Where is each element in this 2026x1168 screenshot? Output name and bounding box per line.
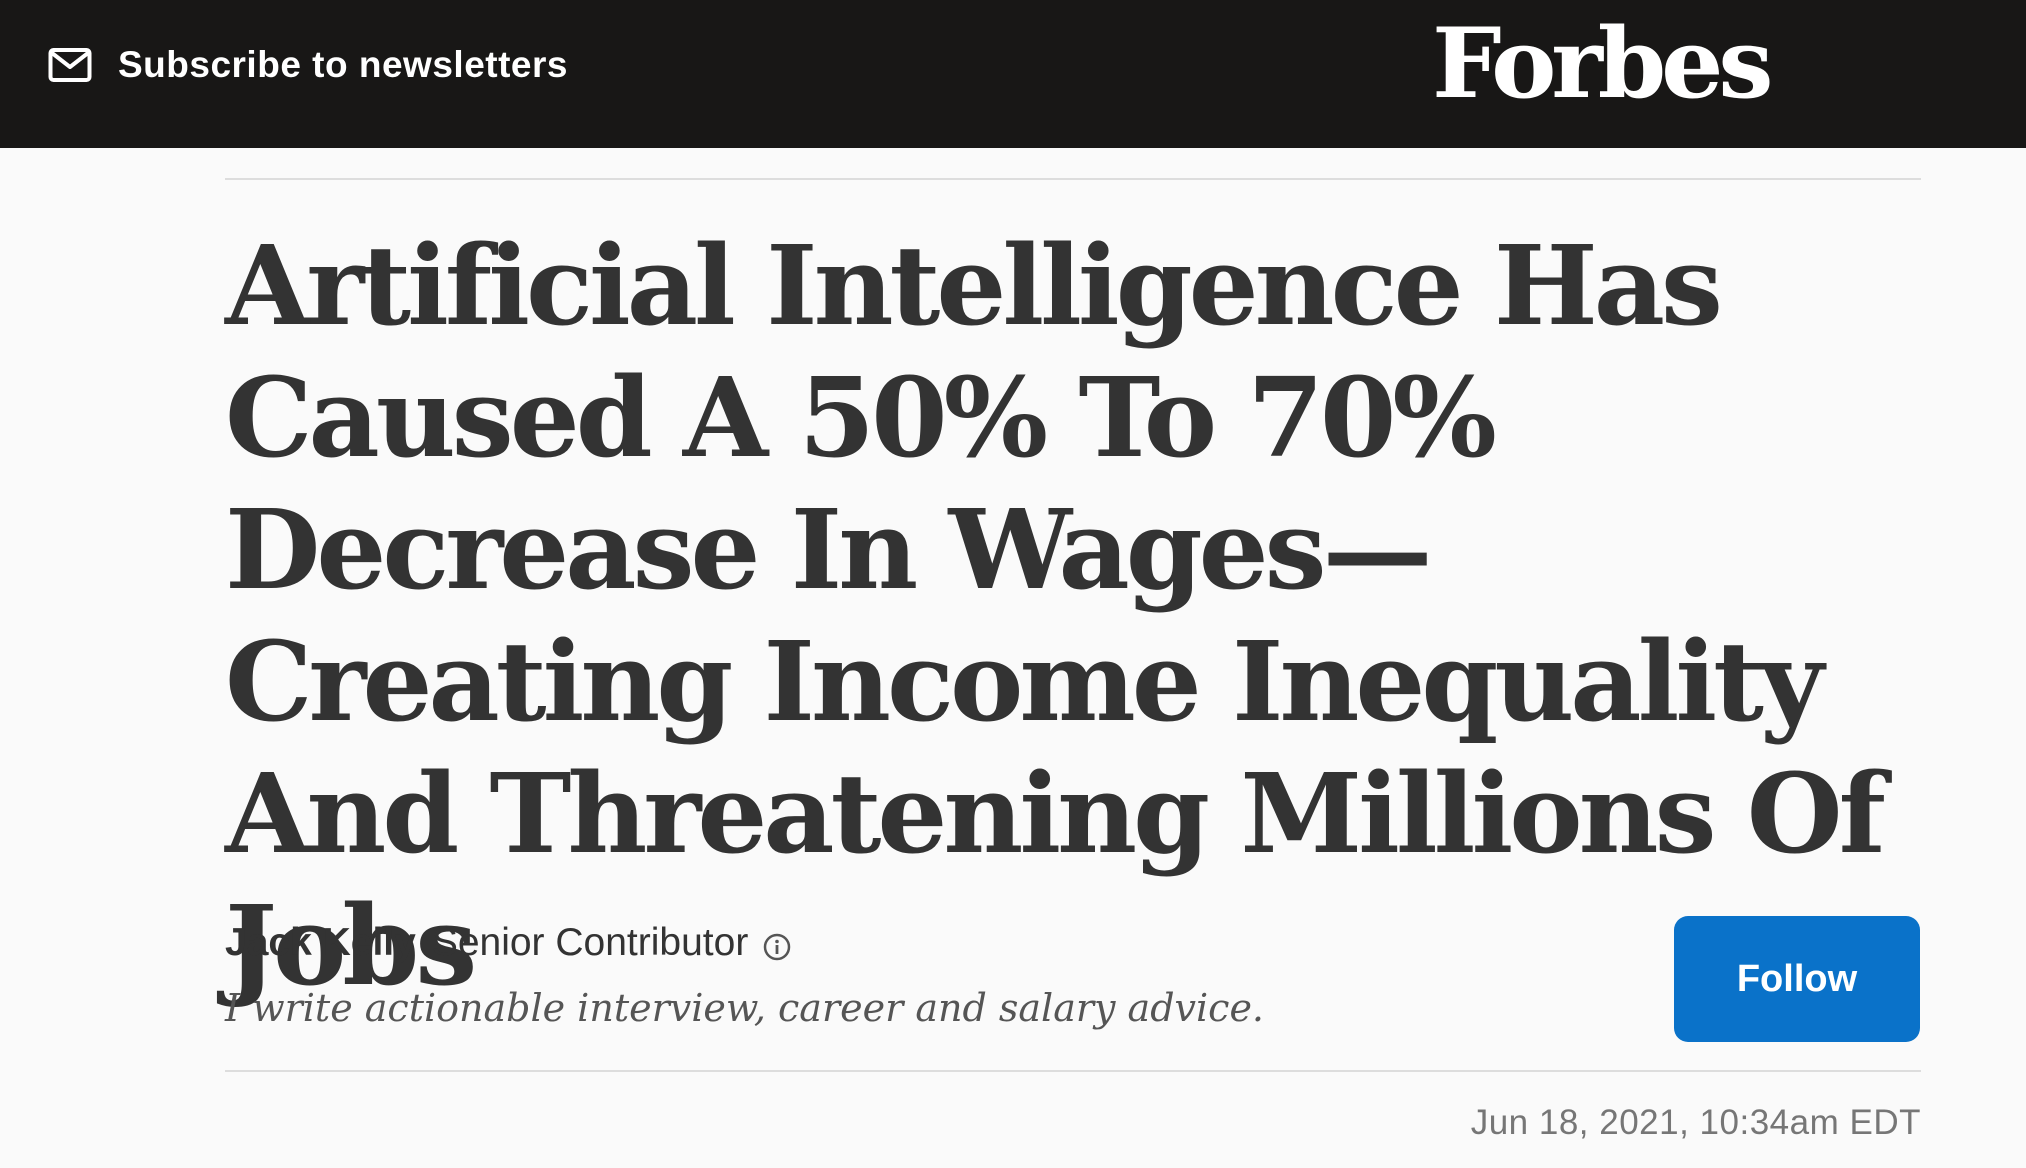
author-bio: I write actionable interview, career and… bbox=[225, 986, 1265, 1030]
top-bar: Subscribe to newsletters Forbes bbox=[0, 0, 2026, 148]
byline: Jack Kelly Senior Contributor bbox=[225, 921, 792, 965]
subscribe-newsletters-link[interactable]: Subscribe to newsletters bbox=[48, 40, 568, 90]
forbes-logo[interactable]: Forbes bbox=[1432, 6, 1773, 121]
divider-top bbox=[225, 178, 1921, 180]
subscribe-label: Subscribe to newsletters bbox=[118, 44, 568, 85]
article-headline: Artificial Intelligence Has Caused A 50%… bbox=[225, 221, 1886, 1010]
divider-bottom bbox=[225, 1070, 1921, 1072]
follow-button[interactable]: Follow bbox=[1674, 916, 1920, 1042]
mail-icon bbox=[48, 47, 92, 83]
info-icon[interactable] bbox=[762, 928, 792, 961]
author-role: Senior Contributor bbox=[431, 921, 749, 964]
publish-date: Jun 18, 2021, 10:34am EDT bbox=[1470, 1103, 1921, 1142]
author-name[interactable]: Jack Kelly bbox=[225, 921, 416, 965]
